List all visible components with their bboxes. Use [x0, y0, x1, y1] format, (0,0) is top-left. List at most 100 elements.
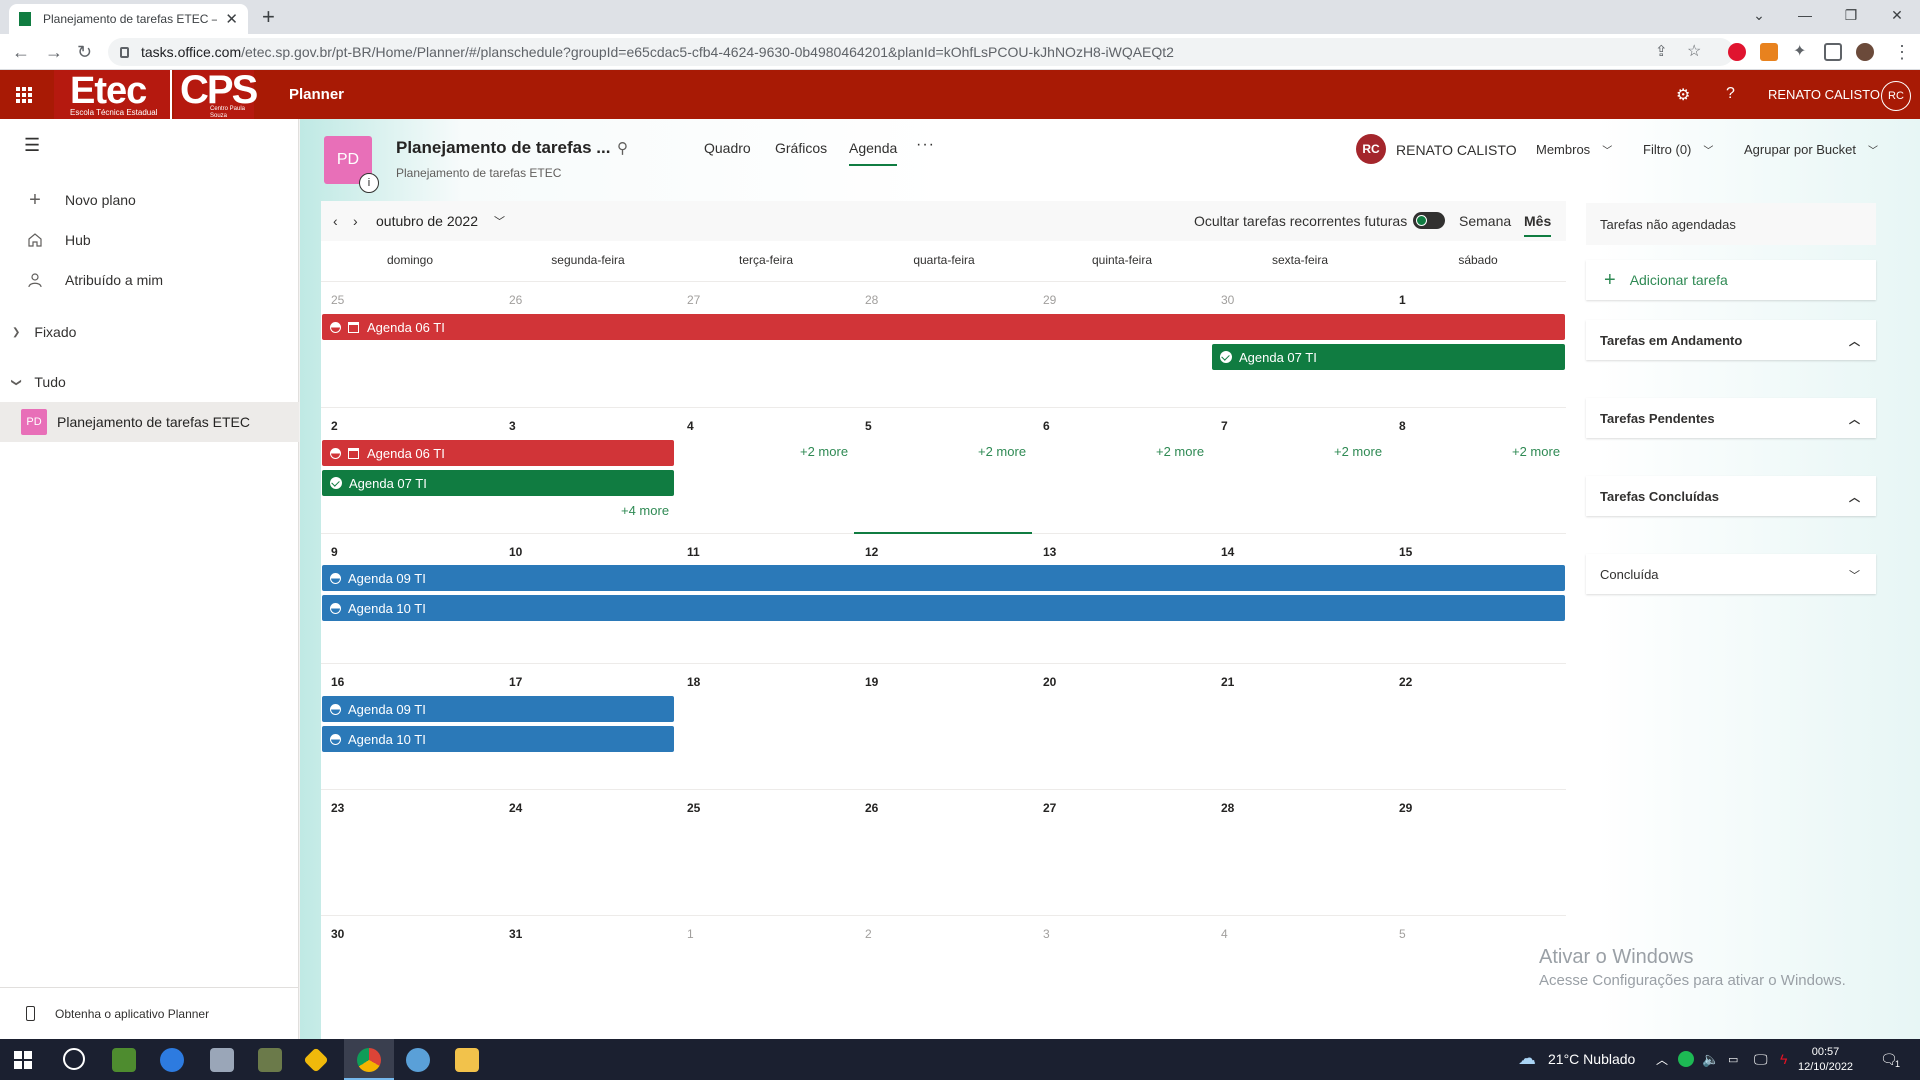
day-number[interactable]: 10 — [509, 545, 522, 559]
file-explorer-icon[interactable] — [455, 1048, 479, 1072]
day-number[interactable]: 8 — [1399, 419, 1406, 433]
day-number[interactable]: 2 — [331, 419, 338, 433]
close-tab-icon[interactable]: ✕ — [225, 10, 238, 28]
browser-menu-icon[interactable]: ⋮ — [1893, 43, 1911, 61]
week-view-button[interactable]: Semana — [1459, 213, 1511, 229]
day-number[interactable]: 22 — [1399, 675, 1412, 689]
members-dropdown[interactable]: Membros ﹀ — [1536, 142, 1612, 157]
more-link[interactable]: +2 more — [1334, 444, 1382, 459]
event-agenda-10[interactable]: Agenda 10 TI — [322, 726, 674, 752]
extensions-puzzle-icon[interactable]: ✦ — [1793, 43, 1806, 61]
day-number[interactable]: 20 — [1043, 675, 1056, 689]
network-icon[interactable]: 🖵 — [1754, 1051, 1768, 1068]
day-number[interactable]: 2 — [865, 927, 872, 941]
side-panel-icon[interactable] — [1824, 43, 1842, 61]
event-agenda-06[interactable]: Agenda 06 TI — [322, 440, 674, 466]
minimize-icon[interactable]: — — [1782, 0, 1828, 30]
app-icon[interactable] — [406, 1048, 430, 1072]
day-number[interactable]: 4 — [1221, 927, 1228, 941]
event-agenda-09[interactable]: Agenda 09 TI — [322, 565, 1565, 591]
app-icon[interactable] — [160, 1048, 184, 1072]
day-number[interactable]: 28 — [865, 293, 878, 307]
restore-icon[interactable]: ❐ — [1828, 0, 1874, 30]
owner-name[interactable]: RENATO CALISTO — [1396, 142, 1517, 158]
plan-subtitle[interactable]: Planejamento de tarefas ETEC — [396, 166, 561, 180]
app-icon[interactable] — [112, 1048, 136, 1072]
month-label[interactable]: outubro de 2022 — [376, 213, 478, 229]
day-number[interactable]: 15 — [1399, 545, 1412, 559]
more-link[interactable]: +2 more — [1156, 444, 1204, 459]
day-number[interactable]: 4 — [687, 419, 694, 433]
day-number[interactable]: 26 — [865, 801, 878, 815]
back-icon[interactable]: ← — [12, 43, 30, 61]
pin-icon[interactable]: ⚲ — [617, 139, 628, 157]
more-link[interactable]: +2 more — [800, 444, 848, 459]
tray-app-icon[interactable]: ▭ — [1728, 1053, 1738, 1066]
day-number[interactable]: 30 — [331, 927, 344, 941]
day-number[interactable]: 5 — [865, 419, 872, 433]
metamask-extension-icon[interactable] — [1760, 43, 1778, 61]
app-name[interactable]: Planner — [289, 86, 344, 103]
section-fixado[interactable]: ❯ Fixado — [0, 317, 299, 347]
day-number[interactable]: 19 — [865, 675, 878, 689]
bookmark-star-icon[interactable]: ☆ — [1687, 43, 1701, 61]
more-link[interactable]: +2 more — [978, 444, 1026, 459]
day-number[interactable]: 3 — [1043, 927, 1050, 941]
day-number[interactable]: 9 — [331, 545, 338, 559]
day-number[interactable]: 16 — [331, 675, 344, 689]
day-number[interactable]: 11 — [687, 545, 700, 559]
day-number[interactable]: 17 — [509, 675, 522, 689]
group-concluidas[interactable]: Tarefas Concluídas ︿ — [1586, 476, 1876, 516]
app-launcher-icon[interactable] — [16, 87, 32, 103]
month-chevron-down-icon[interactable]: ﹀ — [494, 213, 505, 229]
help-icon[interactable]: ? — [1726, 85, 1735, 103]
day-number[interactable]: 21 — [1221, 675, 1234, 689]
next-month-icon[interactable]: › — [353, 213, 358, 229]
event-agenda-09[interactable]: Agenda 09 TI — [322, 696, 674, 722]
day-number[interactable]: 30 — [1221, 293, 1234, 307]
day-number[interactable]: 1 — [687, 927, 694, 941]
nav-item-novo-plano[interactable]: + Novo plano — [0, 182, 299, 218]
day-number[interactable]: 29 — [1399, 801, 1412, 815]
event-agenda-06[interactable]: Agenda 06 TI — [322, 314, 1565, 340]
close-window-icon[interactable]: ✕ — [1874, 0, 1920, 30]
event-agenda-07[interactable]: Agenda 07 TI — [1212, 344, 1565, 370]
day-number-today[interactable]: 12 — [865, 545, 878, 559]
day-number[interactable]: 18 — [687, 675, 700, 689]
day-number[interactable]: 5 — [1399, 927, 1406, 941]
day-number[interactable]: 1 — [1399, 293, 1406, 307]
group-concluida[interactable]: Concluída ﹀ — [1586, 554, 1876, 594]
tray-chevron-up-icon[interactable]: ︿ — [1656, 1051, 1668, 1068]
section-tudo[interactable]: ❯ Tudo — [0, 367, 299, 397]
filter-dropdown[interactable]: Filtro (0) ﹀ — [1643, 142, 1713, 157]
obs-app-icon[interactable] — [63, 1048, 85, 1070]
more-link[interactable]: +4 more — [621, 503, 669, 518]
day-number[interactable]: 7 — [1221, 419, 1228, 433]
day-number[interactable]: 25 — [687, 801, 700, 815]
day-number[interactable]: 29 — [1043, 293, 1056, 307]
group-by-dropdown[interactable]: Agrupar por Bucket ﹀ — [1744, 142, 1878, 157]
tab-quadro[interactable]: Quadro — [704, 140, 751, 156]
hamburger-menu-icon[interactable]: ☰ — [24, 135, 40, 156]
add-task-button[interactable]: + Adicionar tarefa — [1586, 260, 1876, 300]
share-icon[interactable]: ⇪ — [1655, 43, 1668, 61]
day-number[interactable]: 23 — [331, 801, 344, 815]
day-number[interactable]: 6 — [1043, 419, 1050, 433]
volume-icon[interactable]: 🔈 — [1702, 1051, 1719, 1068]
day-number[interactable]: 31 — [509, 927, 522, 941]
prev-month-icon[interactable]: ‹ — [333, 213, 338, 229]
plan-title[interactable]: Planejamento de tarefas ... — [396, 138, 610, 158]
group-em-andamento[interactable]: Tarefas em Andamento ︿ — [1586, 320, 1876, 360]
opera-extension-icon[interactable] — [1728, 43, 1746, 61]
header-user-name[interactable]: RENATO CALISTO — [1768, 87, 1880, 102]
chrome-taskbar-item[interactable] — [344, 1039, 394, 1080]
more-link[interactable]: +2 more — [1512, 444, 1560, 459]
day-number[interactable]: 13 — [1043, 545, 1056, 559]
address-bar[interactable]: tasks.office.com /etec.sp.gov.br/pt-BR/H… — [108, 38, 1734, 66]
day-number[interactable]: 27 — [1043, 801, 1056, 815]
day-number[interactable]: 24 — [509, 801, 522, 815]
spotify-tray-icon[interactable] — [1678, 1051, 1694, 1067]
group-pendentes[interactable]: Tarefas Pendentes ︿ — [1586, 398, 1876, 438]
new-tab-icon[interactable]: + — [262, 5, 275, 29]
tab-agenda[interactable]: Agenda — [849, 140, 898, 166]
